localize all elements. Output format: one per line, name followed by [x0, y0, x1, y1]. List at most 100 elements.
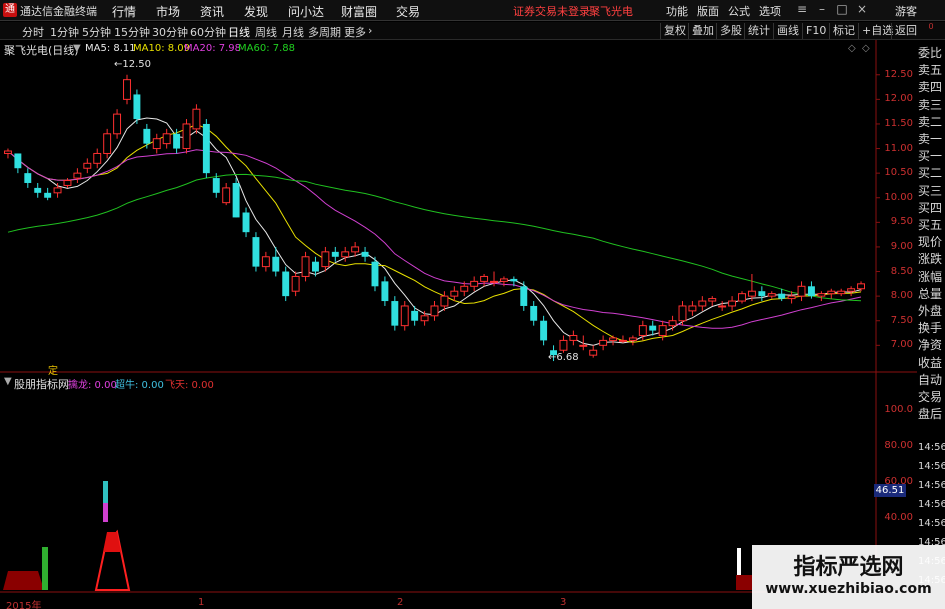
period-multi[interactable]: 多周期: [308, 24, 341, 40]
tool-overlay[interactable]: 叠加: [688, 23, 717, 39]
period-15min[interactable]: 15分钟: [114, 24, 150, 40]
candle-body-up: [619, 339, 627, 342]
window-menu-icon[interactable]: ≡: [795, 2, 809, 16]
side-panel-item[interactable]: 换手: [918, 319, 945, 336]
indicator-bar-area: [3, 571, 44, 590]
price-tick: 9.00: [890, 240, 913, 252]
price-tick: 11.00: [884, 142, 913, 154]
side-panel-item[interactable]: 现价: [918, 233, 945, 250]
user-label[interactable]: 游客: [895, 3, 917, 19]
period-more[interactable]: 更多: [344, 24, 366, 40]
candle-body-down: [282, 271, 290, 297]
chevron-right-icon[interactable]: ›: [368, 24, 372, 37]
menu-item-wealth[interactable]: 财富圈: [341, 3, 377, 20]
period-monthly[interactable]: 月线: [282, 24, 304, 40]
tool-back[interactable]: 返回: [891, 23, 920, 39]
candle-body-up: [499, 278, 508, 282]
side-panel-item[interactable]: 总量: [918, 285, 945, 302]
side-panel-item[interactable]: 买三: [918, 182, 945, 199]
side-panel-item[interactable]: 卖五: [918, 61, 945, 78]
candle-body-up: [480, 275, 489, 282]
period-5min[interactable]: 5分钟: [82, 24, 111, 40]
side-panel-item[interactable]: 涨幅: [918, 268, 945, 285]
side-panel-item[interactable]: 自动: [918, 371, 945, 388]
candle-body-down: [371, 261, 379, 287]
side-panel-item[interactable]: 卖二: [918, 113, 945, 130]
price-tick: 12.00: [884, 93, 913, 105]
side-panel-item[interactable]: 委比: [918, 44, 945, 61]
candle-body-down: [411, 310, 419, 321]
menu-item-ask[interactable]: 问小达: [288, 3, 324, 20]
side-panel-item[interactable]: 买五: [918, 216, 945, 233]
candle-body-down: [778, 293, 786, 299]
side-panel-item[interactable]: 收益: [918, 354, 945, 371]
menu-function[interactable]: 功能: [666, 3, 688, 19]
side-panel-item[interactable]: 涨跌: [918, 250, 945, 267]
side-panel-item[interactable]: 买四: [918, 199, 945, 216]
candle-body-up: [162, 133, 171, 145]
price-tick: 9.50: [890, 216, 913, 228]
candle-body-up: [222, 187, 231, 204]
side-panel-item[interactable]: 买一: [918, 147, 945, 164]
marker-label: 定: [48, 366, 58, 377]
menu-formula[interactable]: 公式: [728, 3, 750, 19]
side-panel-item[interactable]: 净资: [918, 336, 945, 353]
menu-item-trade[interactable]: 交易: [396, 3, 420, 20]
side-panel-item[interactable]: 卖一: [918, 130, 945, 147]
period-1min[interactable]: 1分钟: [50, 24, 79, 40]
period-timeshare[interactable]: 分时: [22, 24, 44, 40]
side-panel-item[interactable]: 盘后: [918, 405, 945, 422]
side-panel-item[interactable]: 交易: [918, 388, 945, 405]
menu-layout[interactable]: 版面: [697, 3, 719, 19]
indicator-panel: [3, 481, 752, 591]
candle-body-down: [44, 192, 52, 198]
candle-body-up: [847, 288, 856, 292]
side-panel-item[interactable]: 外盘: [918, 302, 945, 319]
candle-body-down: [758, 291, 766, 297]
menu-options[interactable]: 选项: [759, 3, 781, 19]
tool-draw[interactable]: 画线: [773, 23, 802, 39]
tool-multi-stock[interactable]: 多股: [716, 23, 745, 39]
period-weekly[interactable]: 周线: [255, 24, 277, 40]
main-chart[interactable]: [0, 40, 917, 600]
stock-name-top: 聚飞光电: [589, 5, 633, 18]
candle-body-up: [678, 305, 687, 322]
tool-mark[interactable]: 标记: [829, 23, 858, 39]
close-icon[interactable]: ×: [855, 2, 869, 16]
menu-item-market[interactable]: 市场: [156, 3, 180, 20]
menu-item-quotes[interactable]: 行情: [112, 3, 136, 20]
date-label-1: 1: [198, 597, 205, 608]
period-60min[interactable]: 60分钟: [190, 24, 226, 40]
period-30min[interactable]: 30分钟: [152, 24, 188, 40]
tool-adjust[interactable]: 复权: [660, 23, 689, 39]
candle-body-up: [638, 325, 647, 336]
menu-item-news[interactable]: 资讯: [200, 3, 224, 20]
candle-body-down: [312, 261, 319, 272]
minimize-icon[interactable]: –: [815, 2, 829, 16]
login-status[interactable]: 证券交易未登录: [513, 3, 590, 19]
candle-body-up: [123, 79, 131, 100]
candle-body-up: [113, 113, 122, 135]
candle-body-up: [837, 290, 846, 295]
side-panel-item[interactable]: 卖四: [918, 78, 945, 95]
indicator-value-chaoniu: 超牛: 0.00: [115, 380, 164, 391]
period-daily[interactable]: 日线: [228, 24, 250, 40]
side-panel-item[interactable]: 卖三: [918, 96, 945, 113]
candle-body-up: [579, 344, 588, 347]
menu-item-discover[interactable]: 发现: [244, 3, 268, 20]
candle-body-up: [440, 295, 449, 307]
tool-f10[interactable]: F10: [802, 23, 829, 39]
maximize-icon[interactable]: □: [835, 2, 849, 16]
ma60-line: [7, 173, 862, 302]
indicator-bar-green: [42, 547, 48, 590]
date-label-2: 2: [397, 597, 404, 608]
price-tick: 11.50: [884, 117, 913, 129]
candle-body-up: [63, 180, 72, 186]
side-panel-item[interactable]: 买二: [918, 164, 945, 181]
candle-body-down: [14, 153, 22, 169]
candle-body-up: [698, 300, 707, 307]
candle-body-up: [301, 256, 310, 277]
indicator-collapse-icon[interactable]: ▼: [4, 376, 12, 387]
tool-statistics[interactable]: 统计: [744, 23, 773, 39]
candle-body-up: [589, 349, 598, 356]
